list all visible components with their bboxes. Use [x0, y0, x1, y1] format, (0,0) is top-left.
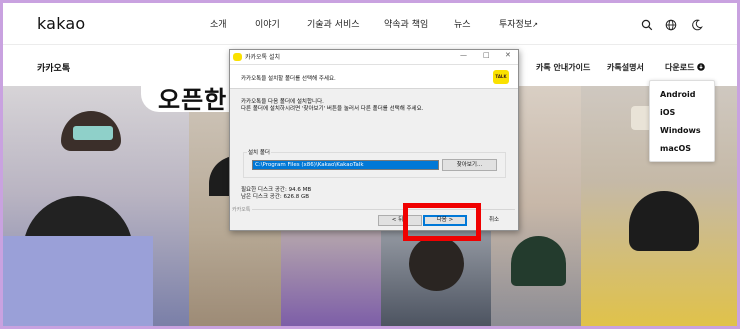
download-dropdown-menu: Android iOS Windows macOS [649, 80, 715, 162]
kakao-logo[interactable]: kakao [37, 14, 85, 33]
download-option-android[interactable]: Android [650, 86, 714, 104]
dialog-description-line2: 다른 폴더에 설치하시려면 '찾아보기' 버튼을 눌러서 다른 폴더를 선택해 … [241, 106, 424, 112]
kakaotalk-app-icon [233, 53, 242, 61]
external-link-icon: ↗ [532, 21, 538, 29]
nav-link-investor[interactable]: 투자정보↗ [499, 17, 538, 30]
nav-link-story[interactable]: 이야기 [255, 17, 280, 30]
nav-link-news[interactable]: 뉴스 [454, 17, 471, 30]
hero-photo-tile [3, 86, 189, 326]
download-option-macos[interactable]: macOS [650, 140, 714, 158]
subnav-title[interactable]: 카카오톡 [37, 61, 70, 74]
globe-icon[interactable] [665, 16, 677, 35]
nav-link-intro[interactable]: 소개 [210, 17, 227, 30]
subnav-download-label: 다운로드 [665, 63, 695, 72]
maximize-button[interactable]: □ [483, 51, 490, 59]
nav-link-promise[interactable]: 약속과 책임 [384, 17, 428, 30]
download-arrow-icon [697, 63, 706, 71]
kakaotalk-logo: TALK [493, 70, 509, 84]
screenshot-frame: kakao 소개 이야기 기술과 서비스 약속과 책임 뉴스 투자정보↗ 카카오… [0, 0, 740, 329]
download-option-windows[interactable]: Windows [650, 122, 714, 140]
install-folder-label: 설치 폴더 [247, 148, 271, 156]
install-path-value: C:\Program Files (x86)\Kakao\KakaoTalk [253, 161, 438, 169]
next-button-highlight-box [403, 203, 481, 241]
available-space-text: 남은 디스크 공간: 626.8 GB [241, 194, 310, 200]
minimize-button[interactable]: — [460, 51, 467, 59]
subnav-download[interactable]: 다운로드 [665, 62, 706, 73]
nav-link-investor-label: 투자정보 [499, 20, 533, 30]
install-path-input[interactable]: C:\Program Files (x86)\Kakao\KakaoTalk [252, 160, 439, 170]
dialog-footer-label: 카카오톡 [232, 207, 251, 213]
subnav-guide[interactable]: 카톡 안내가이드 [536, 62, 590, 73]
subnav-manual[interactable]: 카톡설명서 [607, 62, 644, 73]
close-button[interactable]: ✕ [505, 51, 511, 59]
browse-button[interactable]: 찾아보기... [442, 159, 497, 171]
dialog-header-text: 카카오톡을 설치할 폴더를 선택해 주세요. [241, 76, 336, 82]
download-option-ios[interactable]: iOS [650, 104, 714, 122]
dialog-titlebar[interactable]: 카카오톡 설치 — □ ✕ [230, 50, 518, 65]
dark-mode-moon-icon[interactable] [691, 16, 703, 35]
hero-bubble-text: 오픈한 [158, 86, 228, 114]
top-navigation: kakao 소개 이야기 기술과 서비스 약속과 책임 뉴스 투자정보↗ [3, 3, 737, 45]
dialog-title: 카카오톡 설치 [245, 54, 281, 61]
nav-link-tech-service[interactable]: 기술과 서비스 [307, 17, 360, 30]
dialog-header: 카카오톡을 설치할 폴더를 선택해 주세요. TALK [230, 65, 518, 89]
search-icon[interactable] [641, 16, 653, 35]
